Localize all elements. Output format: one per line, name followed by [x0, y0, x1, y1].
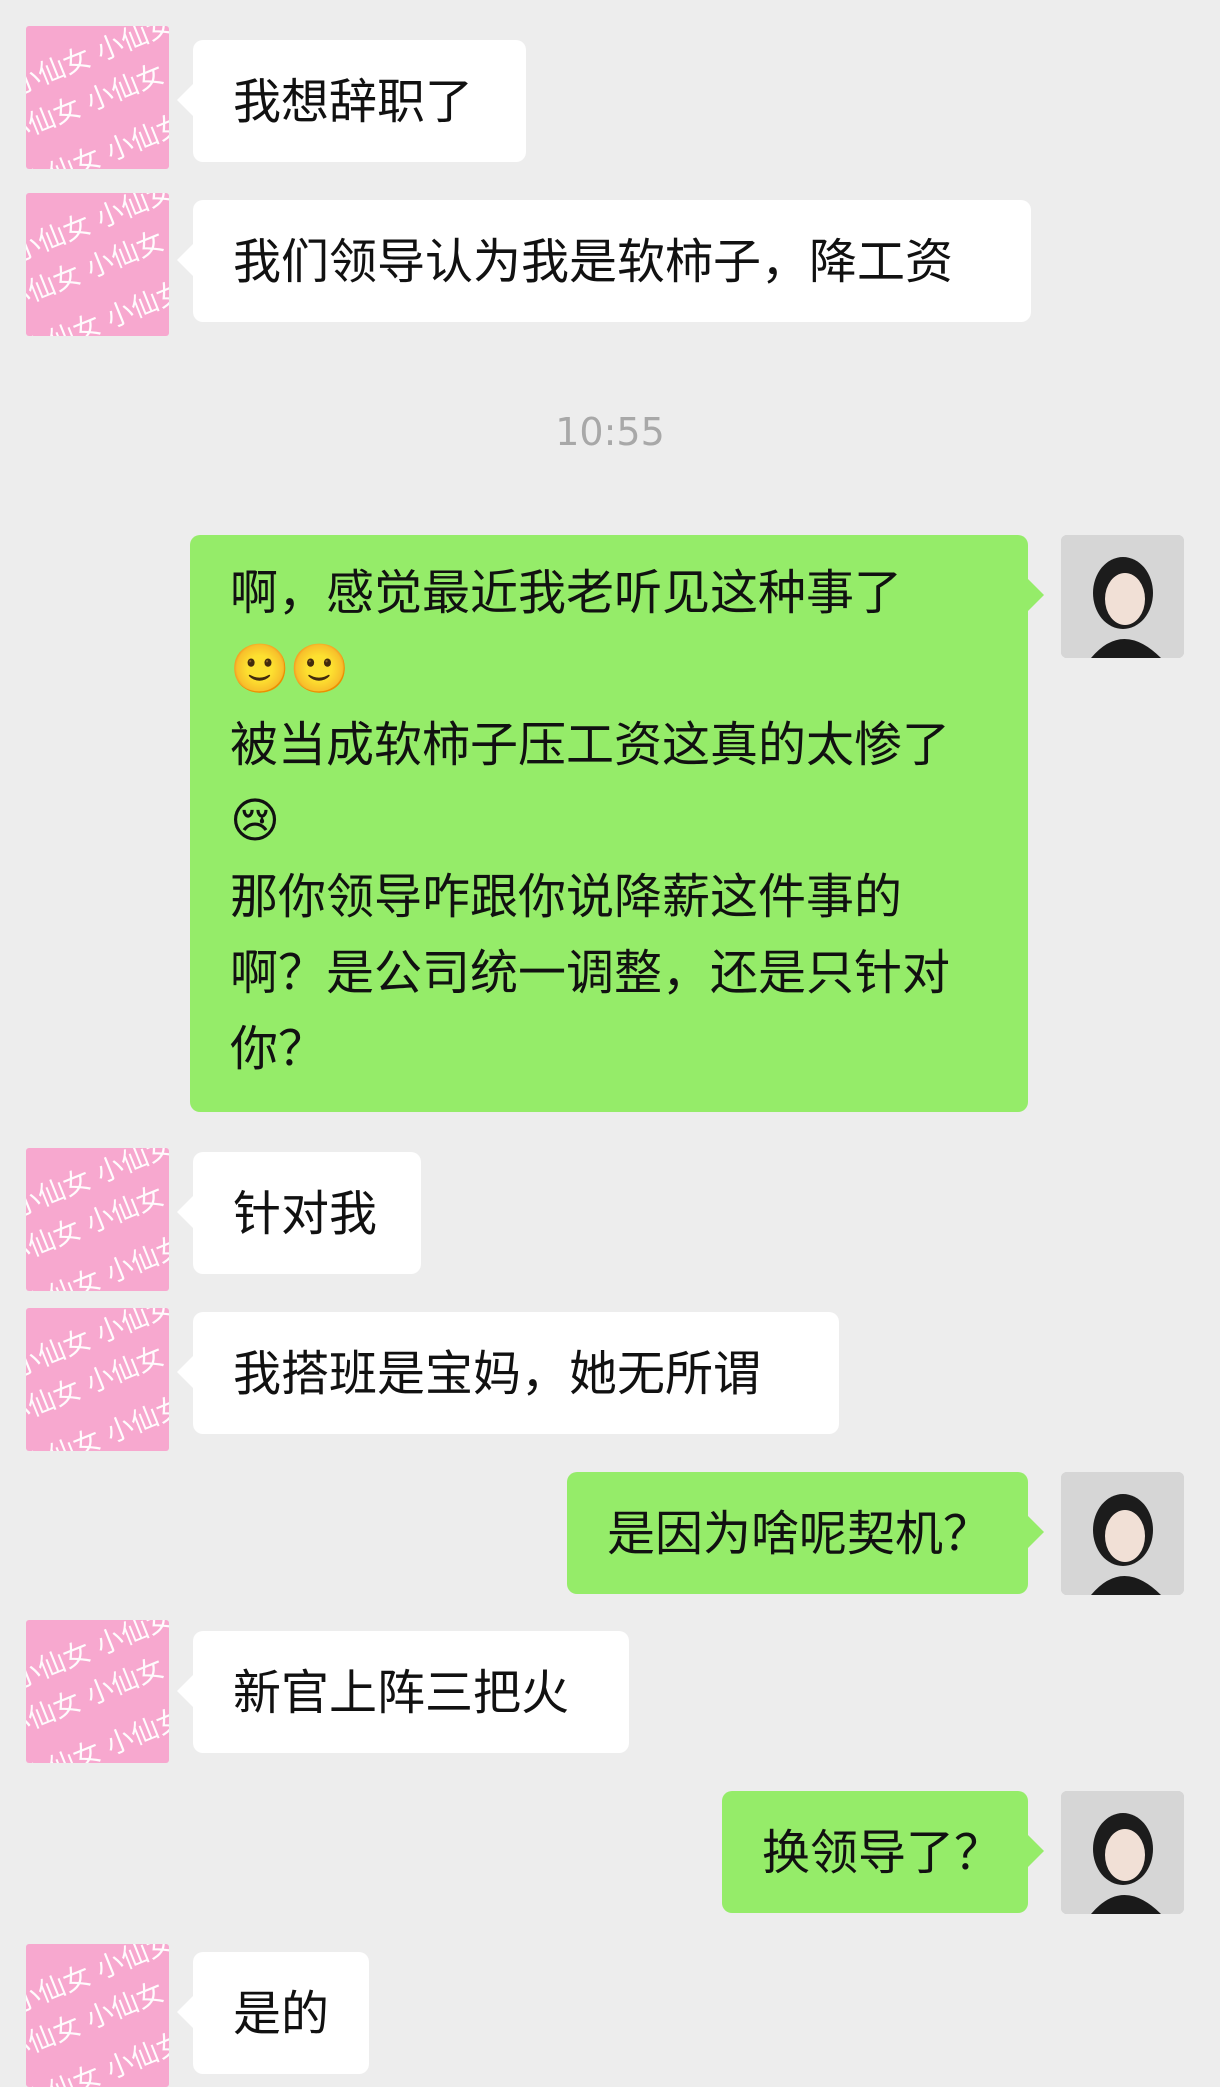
message-text: 是因为啥呢契机？: [607, 1506, 992, 1562]
incoming-message-bubble[interactable]: 我搭班是宝妈，她无所谓: [177, 1312, 839, 1434]
incoming-message-bubble[interactable]: 我们领导认为我是软柿子，降工资: [177, 200, 1031, 322]
message-text: 啊？是公司统一调整，还是只针对: [230, 945, 951, 1001]
message-text: 换领导了？: [762, 1825, 1003, 1881]
message-text: 我想辞职了: [233, 74, 474, 130]
contact-avatar[interactable]: 小仙女 小仙女 小仙女 小仙女 小仙女 小仙女 小仙女 小仙女 小仙女: [26, 26, 169, 169]
message-text: 啊，感觉最近我老听见这种事了: [230, 565, 903, 621]
person-photo-icon: [1061, 535, 1184, 658]
message-text: 针对我: [233, 1186, 378, 1242]
message-text: 我搭班是宝妈，她无所谓: [233, 1346, 762, 1402]
message-text: 你？: [230, 1021, 327, 1077]
message-text: 新官上阵三把火: [233, 1665, 570, 1721]
emoji-line: 😢: [230, 793, 281, 849]
message-text: 被当成软柿子压工资这真的太惨了: [230, 717, 951, 773]
contact-avatar[interactable]: 小仙女 小仙女 小仙女 小仙女 小仙女 小仙女 小仙女 小仙女 小仙女: [26, 193, 169, 336]
contact-avatar[interactable]: 小仙女 小仙女 小仙女 小仙女 小仙女 小仙女 小仙女 小仙女 小仙女: [26, 1308, 169, 1451]
contact-avatar[interactable]: 小仙女 小仙女 小仙女 小仙女 小仙女 小仙女 小仙女 小仙女 小仙女: [26, 1944, 169, 2087]
my-avatar[interactable]: [1061, 535, 1184, 658]
my-avatar[interactable]: [1061, 1791, 1184, 1914]
contact-avatar[interactable]: 小仙女 小仙女 小仙女 小仙女 小仙女 小仙女 小仙女 小仙女 小仙女: [26, 1620, 169, 1763]
my-avatar[interactable]: [1061, 1472, 1184, 1595]
incoming-message-bubble[interactable]: 新官上阵三把火: [177, 1631, 629, 1753]
person-photo-icon: [1061, 1472, 1184, 1595]
chat-timestamp: 10:55: [555, 410, 665, 454]
contact-avatar[interactable]: 小仙女 小仙女 小仙女 小仙女 小仙女 小仙女 小仙女 小仙女 小仙女: [26, 1148, 169, 1291]
message-text: 我们领导认为我是软柿子，降工资: [233, 234, 954, 290]
incoming-message-bubble[interactable]: 针对我: [177, 1152, 421, 1274]
emoji-line: 🙂🙂: [230, 641, 350, 697]
message-text: 那你领导咋跟你说降薪这件事的: [230, 869, 903, 925]
incoming-message-bubble[interactable]: 我想辞职了: [177, 40, 526, 162]
outgoing-message-bubble[interactable]: 换领导了？: [722, 1791, 1044, 1913]
incoming-message-bubble[interactable]: 是的: [177, 1952, 369, 2074]
outgoing-message-bubble[interactable]: 是因为啥呢契机？: [567, 1472, 1044, 1594]
message-text: 是的: [233, 1986, 330, 2042]
person-photo-icon: [1061, 1791, 1184, 1914]
outgoing-message-bubble[interactable]: 啊，感觉最近我老听见这种事了 🙂🙂 被当成软柿子压工资这真的太惨了 😢 那你领导…: [190, 535, 1044, 1112]
